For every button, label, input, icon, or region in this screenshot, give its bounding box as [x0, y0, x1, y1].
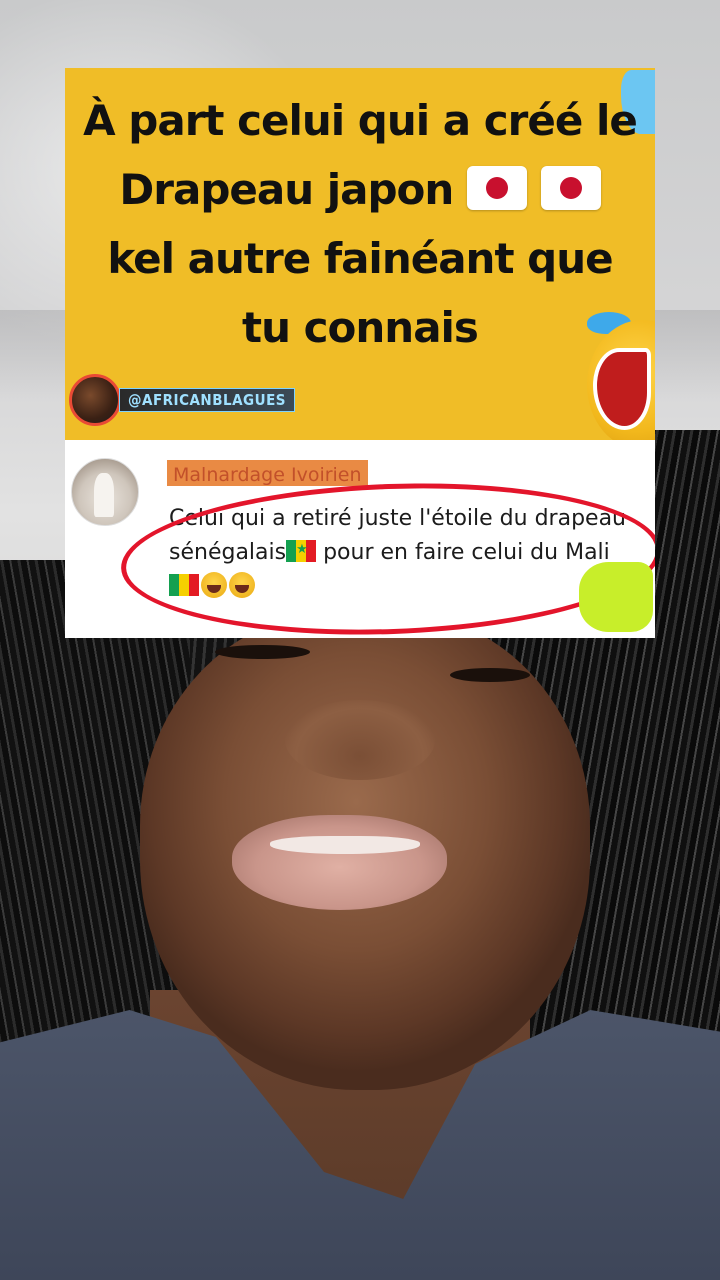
- teeth: [270, 836, 420, 854]
- meme-title: À part celui qui a créé le Drapeau japon…: [80, 86, 640, 362]
- right-eye: [450, 668, 530, 682]
- meme-yellow-panel: À part celui qui a créé le Drapeau japon…: [65, 68, 655, 450]
- japan-flag-icon: [466, 166, 527, 210]
- watermark-avatar: [69, 374, 121, 426]
- red-highlight-circle: [118, 474, 655, 638]
- left-eye: [215, 645, 310, 659]
- nose: [285, 700, 435, 780]
- lips: [232, 815, 447, 910]
- meme-title-part2: kel autre fainéant que tu connais: [107, 234, 613, 352]
- green-sticker: [579, 562, 653, 632]
- comment-avatar: [71, 458, 139, 526]
- watermark-handle: @AFRICANBLAGUES: [119, 388, 296, 412]
- comment-section: Malnardage Ivoirien Celui qui a retiré j…: [65, 440, 655, 638]
- comment-author: Malnardage Ivoirien: [167, 460, 368, 486]
- japan-flag-icon: [540, 166, 601, 210]
- meme-screenshot-overlay: À part celui qui a créé le Drapeau japon…: [65, 68, 655, 638]
- watermark: @AFRICANBLAGUES: [69, 374, 296, 426]
